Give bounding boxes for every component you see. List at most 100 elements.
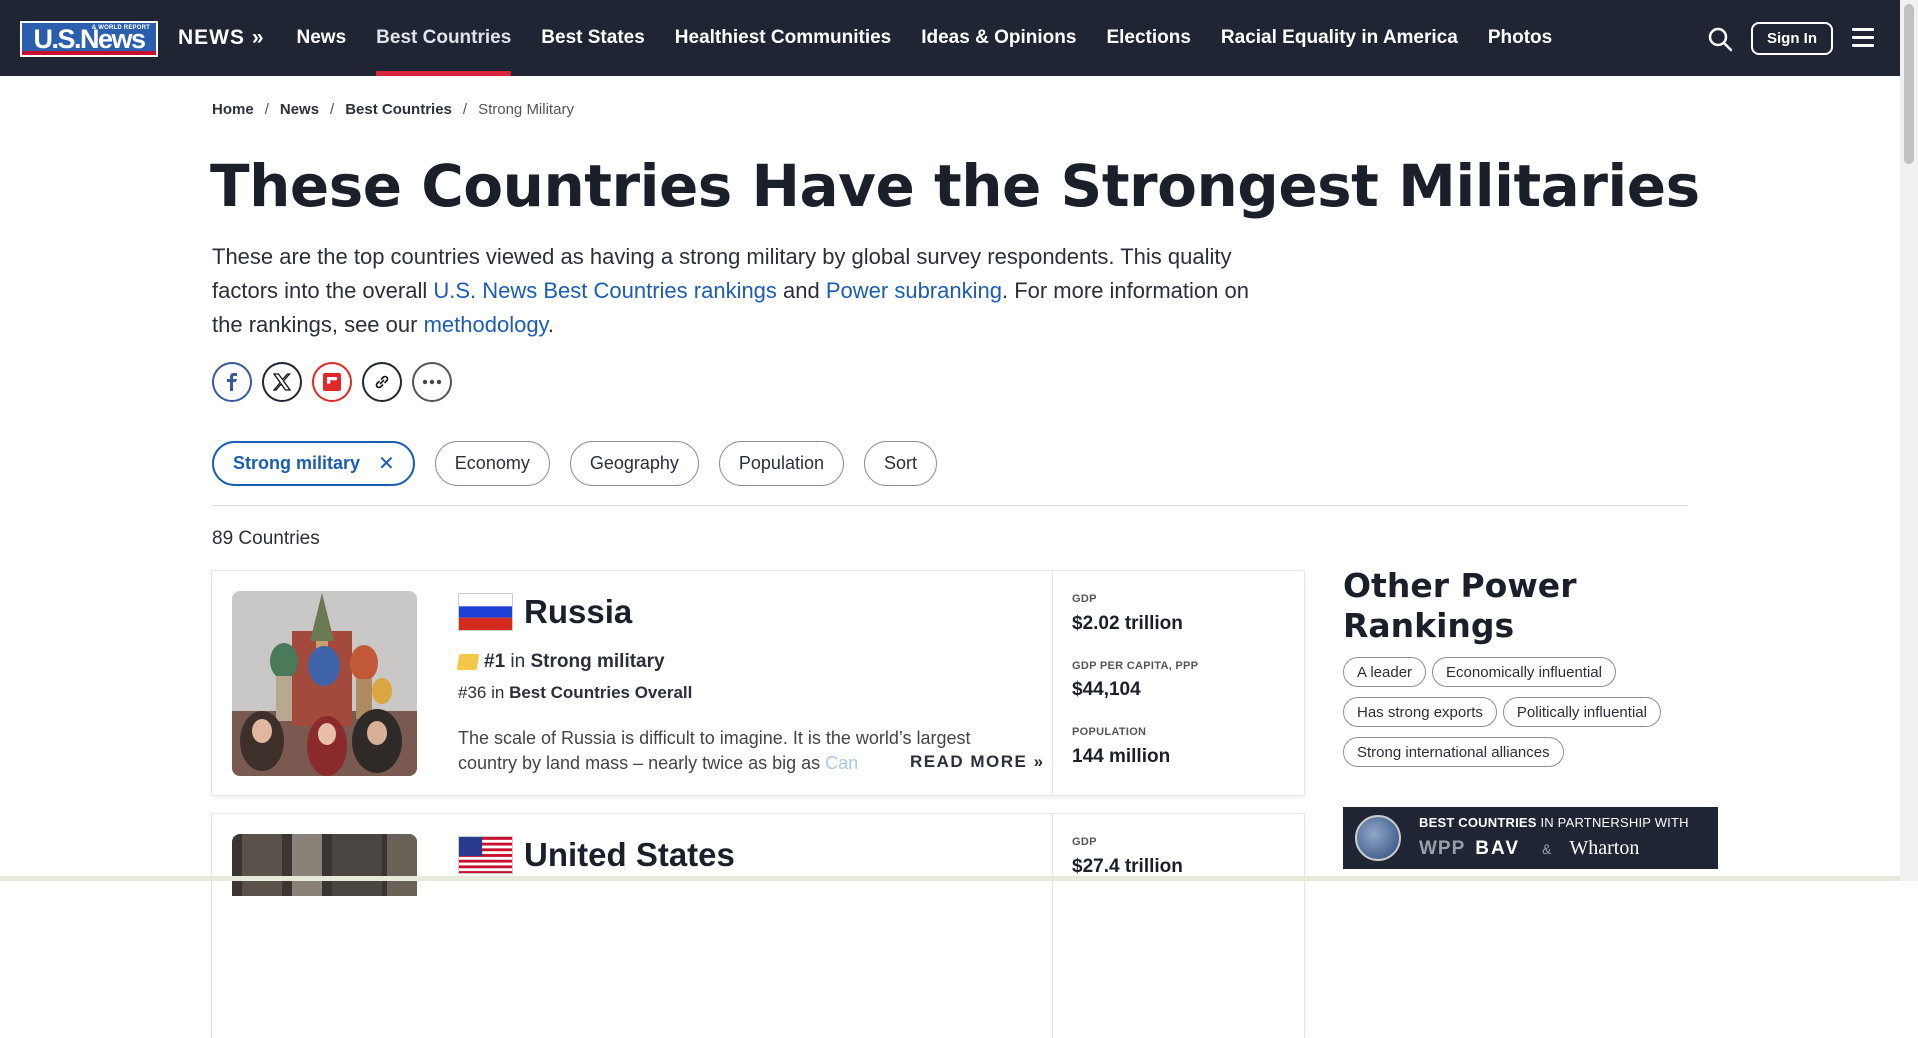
breadcrumb-home[interactable]: Home: [212, 101, 254, 118]
logo-subtitle: & WORLD REPORT: [91, 25, 150, 31]
nav-item-racial-equality[interactable]: Racial Equality in America: [1221, 0, 1458, 76]
nav-item-elections[interactable]: Elections: [1106, 0, 1190, 76]
filter-strong-military[interactable]: Strong military ✕: [212, 441, 415, 486]
other-power-rankings-title: Other Power Rankings: [1343, 566, 1577, 645]
gdp-value: $27.4 trillion: [1072, 856, 1183, 877]
country-name[interactable]: Russia: [524, 593, 632, 631]
scrollbar-thumb[interactable]: [1904, 4, 1914, 164]
nav-item-ideas-opinions[interactable]: Ideas & Opinions: [921, 0, 1076, 76]
sign-in-button[interactable]: Sign In: [1751, 22, 1833, 55]
usnews-globe-logo: [1355, 815, 1401, 861]
country-card-russia[interactable]: Russia #1 in Strong military #36 in Best…: [212, 571, 1304, 795]
tag-a-leader[interactable]: A leader: [1343, 657, 1427, 687]
population-value: 144 million: [1072, 746, 1171, 767]
best-countries-rankings-link[interactable]: U.S. News Best Countries rankings: [433, 278, 777, 303]
filter-geography[interactable]: Geography: [569, 441, 699, 486]
usnews-logo[interactable]: & WORLD REPORT U.S.News: [20, 21, 158, 57]
filter-economy[interactable]: Economy: [434, 441, 550, 486]
primary-rank: #1 in Strong military: [456, 651, 665, 673]
hamburger-menu-icon[interactable]: [1852, 28, 1874, 48]
divider: [212, 505, 1688, 506]
results-count: 89 Countries: [212, 528, 320, 549]
country-photo[interactable]: [232, 591, 417, 776]
russia-flag-icon: [458, 593, 513, 631]
nav-item-photos[interactable]: Photos: [1488, 0, 1552, 76]
bav-logo: BAV: [1475, 837, 1520, 859]
breadcrumb: Home / News / Best Countries / Strong Mi…: [212, 101, 574, 118]
tag-has-strong-exports[interactable]: Has strong exports: [1343, 697, 1497, 727]
power-rankings-tags: A leader Economically influential Has st…: [1343, 657, 1683, 777]
gdp-label: GDP: [1072, 836, 1097, 848]
top-navigation: & WORLD REPORT U.S.News NEWS » News Best…: [0, 0, 1900, 76]
intro-paragraph: These are the top countries viewed as ha…: [212, 240, 1272, 342]
facebook-share-button[interactable]: [212, 362, 252, 402]
intro-text: and: [776, 278, 826, 303]
main-menu: NEWS » News Best Countries Best States H…: [178, 0, 1582, 76]
more-share-button[interactable]: [412, 362, 452, 402]
partnership-banner[interactable]: BEST COUNTRIES IN PARTNERSHIP WITH WPP B…: [1343, 807, 1718, 869]
wharton-logo: Wharton: [1569, 837, 1640, 859]
share-buttons: [212, 362, 462, 402]
description-fade-text: Can: [825, 753, 859, 773]
population-label: POPULATION: [1072, 726, 1147, 738]
methodology-link[interactable]: methodology: [424, 312, 548, 337]
wpp-logo: WPP: [1419, 837, 1466, 859]
gdp-per-capita-label: GDP PER CAPITA, PPP: [1072, 660, 1199, 672]
flipboard-icon: [323, 373, 341, 391]
search-icon[interactable]: [1707, 26, 1733, 52]
x-share-button[interactable]: [262, 362, 302, 402]
description-text: The scale of Russia is difficult to imag…: [458, 728, 971, 773]
saint-basils-cathedral-image: [232, 591, 417, 776]
sort-button[interactable]: Sort: [863, 441, 937, 486]
new-york-street-image: [232, 834, 417, 896]
x-icon: [273, 373, 291, 391]
close-icon[interactable]: ✕: [378, 451, 395, 476]
flipboard-share-button[interactable]: [312, 362, 352, 402]
country-photo[interactable]: [232, 834, 417, 896]
partnership-title-rest: IN PARTNERSHIP WITH: [1536, 815, 1689, 830]
page-title: These Countries Have the Strongest Milit…: [210, 152, 1700, 220]
breadcrumb-separator: /: [330, 101, 335, 118]
primary-rank-category: Strong military: [530, 651, 665, 672]
card-divider: [1052, 814, 1053, 1038]
card-divider: [1052, 571, 1053, 795]
power-subranking-link[interactable]: Power subranking: [826, 278, 1002, 303]
nav-item-healthiest-communities[interactable]: Healthiest Communities: [675, 0, 891, 76]
breadcrumb-best-countries[interactable]: Best Countries: [345, 101, 452, 118]
secondary-rank-in: in: [491, 683, 505, 702]
secondary-rank-number: #36: [458, 683, 487, 702]
country-card-united-states[interactable]: United States GDP $27.4 trillion: [212, 814, 1304, 1038]
link-icon: [375, 375, 389, 389]
breadcrumb-separator: /: [462, 101, 468, 118]
read-more-link[interactable]: READ MORE »: [904, 752, 1045, 772]
united-states-flag-icon: [458, 836, 513, 874]
breadcrumb-current: Strong Military: [478, 101, 574, 118]
primary-rank-in: in: [510, 651, 526, 672]
breadcrumb-separator: /: [264, 101, 269, 118]
gdp-value: $2.02 trillion: [1072, 613, 1183, 634]
secondary-rank-category: Best Countries Overall: [509, 683, 693, 702]
tag-economically-influential[interactable]: Economically influential: [1432, 657, 1616, 687]
nav-item-best-countries[interactable]: Best Countries: [376, 0, 512, 76]
nav-item-best-states[interactable]: Best States: [541, 0, 645, 76]
nav-item-news[interactable]: News: [297, 0, 347, 76]
viewport-bottom-edge: [0, 876, 1900, 881]
page-scrollbar[interactable]: [1900, 0, 1918, 881]
partnership-title-bold: BEST COUNTRIES: [1419, 815, 1537, 830]
gdp-per-capita-value: $44,104: [1072, 679, 1141, 700]
country-name[interactable]: United States: [524, 836, 735, 874]
tag-strong-international-alliances[interactable]: Strong international alliances: [1343, 737, 1564, 767]
filter-population[interactable]: Population: [718, 441, 844, 486]
facebook-icon: [227, 373, 237, 391]
logo-red-bar: [22, 51, 156, 55]
medal-icon: [456, 654, 480, 670]
gdp-label: GDP: [1072, 593, 1097, 605]
filter-bar: Strong military ✕ Economy Geography Popu…: [212, 441, 957, 486]
filter-label: Strong military: [233, 453, 361, 473]
breadcrumb-news[interactable]: News: [280, 101, 319, 118]
ampersand: &: [1542, 840, 1552, 857]
nav-news-section[interactable]: NEWS »: [178, 0, 265, 76]
tag-politically-influential[interactable]: Politically influential: [1502, 697, 1661, 727]
secondary-rank: #36 in Best Countries Overall: [458, 683, 692, 703]
copy-link-button[interactable]: [362, 362, 402, 402]
